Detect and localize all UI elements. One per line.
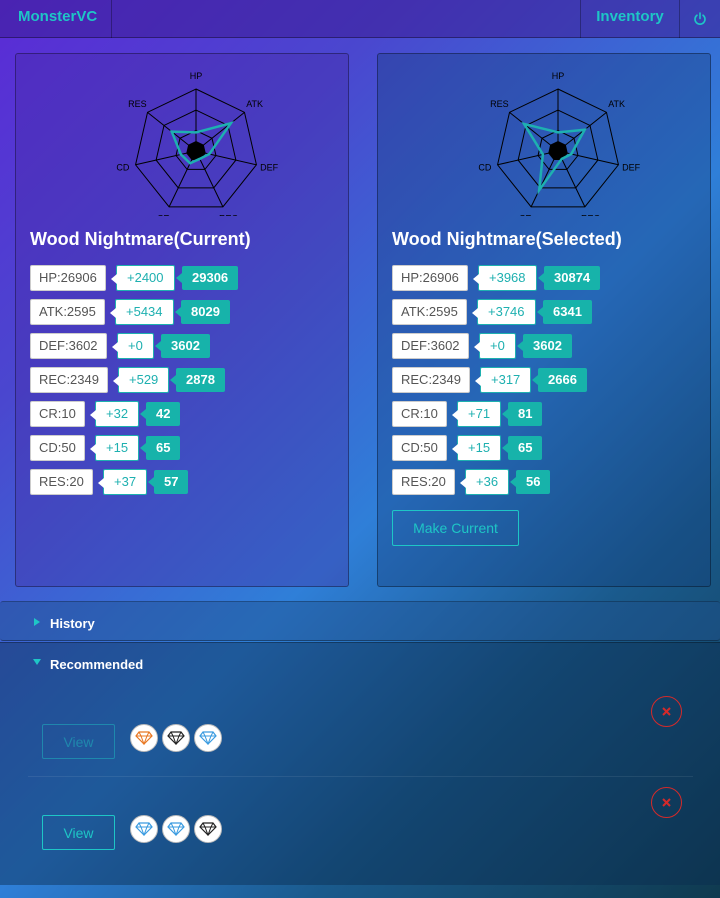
- radar-axis-label: HP: [190, 71, 203, 81]
- stat-base-value: RES:20: [30, 469, 93, 495]
- radar-axis-label: CR: [519, 214, 532, 216]
- brand-logo[interactable]: MonsterVC: [0, 0, 112, 38]
- stat-total-badge: 29306: [175, 266, 239, 290]
- stat-base-value: REC:2349: [392, 367, 470, 393]
- stat-base-value: CR:10: [392, 401, 447, 427]
- recommended-item: View: [28, 724, 693, 764]
- stat-bonus-value: +32: [89, 401, 140, 427]
- stat-total-badge: 6341: [537, 300, 592, 324]
- stat-bonus-value: +3968: [473, 265, 537, 291]
- stat-base-value: ATK:2595: [392, 299, 467, 325]
- stat-base-value: DEF:3602: [30, 333, 107, 359]
- stat-base-value: REC:2349: [30, 367, 108, 393]
- radar-axis-label: CR: [157, 214, 170, 216]
- radar-axis-label: DEF: [622, 163, 641, 173]
- stat-radar-chart: HP ATK DEF REC CR CD RES: [478, 71, 641, 216]
- close-icon: [662, 798, 671, 807]
- stat-bonus-value: +3746: [472, 299, 536, 325]
- radar-axis-label: RES: [490, 99, 509, 109]
- stat-base-value: HP:26906: [30, 265, 106, 291]
- blue-gem-icon: [135, 822, 153, 836]
- power-button[interactable]: [680, 0, 720, 38]
- radar-axis-label: CD: [116, 163, 129, 173]
- remove-button[interactable]: [651, 696, 682, 727]
- stat-total-badge: 2878: [170, 368, 225, 392]
- radar-axis-label: ATK: [246, 99, 263, 109]
- caret-down-icon: [33, 659, 41, 665]
- stat-total-badge: 2666: [532, 368, 587, 392]
- blue-gem-icon: [199, 731, 217, 745]
- radar-axis-label: REC: [581, 214, 601, 216]
- stat-total-badge: 42: [139, 402, 181, 426]
- stat-base-value: HP:26906: [392, 265, 468, 291]
- selected-monster-panel: HP ATK DEF REC CR CD RES Wood Nightmare(Select…: [377, 53, 711, 587]
- stat-base-value: ATK:2595: [30, 299, 105, 325]
- radar-axis-label: HP: [552, 71, 565, 81]
- view-button[interactable]: View: [42, 815, 115, 850]
- radar-axis-label: REC: [219, 214, 239, 216]
- current-monster-panel: HP ATK DEF REC CR CD RES Wood Nightmare(Curren…: [15, 53, 349, 587]
- current-monster-title: Wood Nightmare(Current): [30, 229, 251, 249]
- radar-axis-label: RES: [128, 99, 147, 109]
- blue-gem-icon: [167, 822, 185, 836]
- black-gem-icon[interactable]: [162, 724, 190, 752]
- selected-monster-title: Wood Nightmare(Selected): [392, 229, 622, 249]
- stat-total-badge: 8029: [175, 300, 230, 324]
- view-button[interactable]: View: [42, 724, 115, 759]
- recommended-label: Recommended: [50, 657, 144, 672]
- close-icon: [662, 707, 671, 716]
- stat-total-badge: 81: [501, 402, 543, 426]
- remove-button[interactable]: [651, 787, 682, 818]
- stat-total-badge: 57: [147, 470, 189, 494]
- stat-total-badge: 56: [509, 470, 551, 494]
- stat-bonus-value: +0: [112, 333, 154, 359]
- orange-gem-icon[interactable]: [130, 724, 158, 752]
- orange-gem-icon: [135, 731, 153, 745]
- stat-bonus-value: +2400: [111, 265, 175, 291]
- stat-base-value: CD:50: [30, 435, 85, 461]
- history-label: History: [50, 616, 95, 631]
- stat-total-badge: 65: [139, 436, 181, 460]
- stat-bonus-value: +317: [474, 367, 532, 393]
- blue-gem-icon[interactable]: [194, 724, 222, 752]
- stat-total-badge: 3602: [155, 334, 210, 358]
- radar-axis-label: DEF: [260, 163, 279, 173]
- power-icon: [694, 12, 706, 25]
- recommended-accordion-header[interactable]: Recommended: [0, 643, 720, 683]
- black-gem-icon[interactable]: [194, 815, 222, 843]
- stat-bonus-value: +36: [459, 469, 510, 495]
- divider: [28, 776, 693, 777]
- stat-radar-chart: HP ATK DEF REC CR CD RES: [116, 71, 279, 216]
- black-gem-icon: [199, 822, 217, 836]
- stat-base-value: CR:10: [30, 401, 85, 427]
- stat-total-badge: 30874: [537, 266, 601, 290]
- radar-axis-label: CD: [478, 163, 491, 173]
- stat-bonus-value: +37: [97, 469, 148, 495]
- stat-bonus-value: +15: [451, 435, 502, 461]
- make-current-button[interactable]: Make Current: [392, 510, 519, 546]
- stat-bonus-value: +15: [89, 435, 140, 461]
- blue-gem-icon[interactable]: [130, 815, 158, 843]
- stat-total-badge: 3602: [517, 334, 572, 358]
- nav-inventory-link[interactable]: Inventory: [580, 0, 680, 38]
- recommended-item: View: [28, 815, 693, 855]
- history-accordion-header[interactable]: History: [0, 601, 720, 641]
- blue-gem-icon[interactable]: [162, 815, 190, 843]
- caret-right-icon: [34, 618, 40, 626]
- stat-bonus-value: +0: [474, 333, 516, 359]
- stat-bonus-value: +71: [451, 401, 502, 427]
- stat-base-value: CD:50: [392, 435, 447, 461]
- black-gem-icon: [167, 731, 185, 745]
- radar-axis-label: ATK: [608, 99, 625, 109]
- stat-total-badge: 65: [501, 436, 543, 460]
- stat-base-value: RES:20: [392, 469, 455, 495]
- stat-base-value: DEF:3602: [392, 333, 469, 359]
- stat-bonus-value: +5434: [110, 299, 174, 325]
- navbar: MonsterVC Inventory: [0, 0, 720, 38]
- stat-bonus-value: +529: [112, 367, 170, 393]
